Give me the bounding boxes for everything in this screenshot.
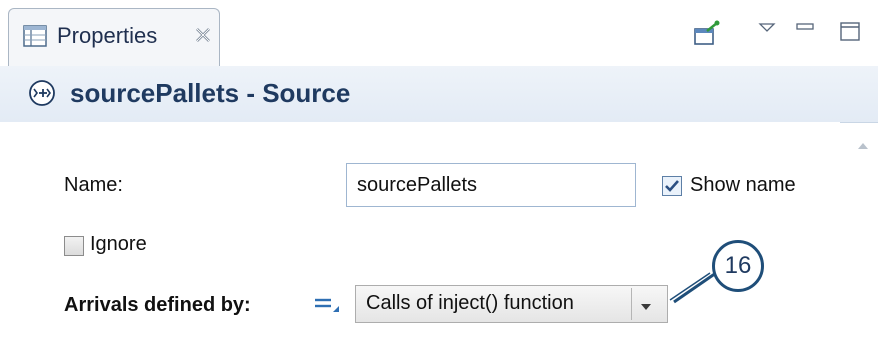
chevron-down-icon (639, 299, 653, 310)
properties-header: sourcePallets - Source (0, 66, 878, 123)
tab-label: Properties (57, 23, 158, 48)
source-block-icon (26, 77, 58, 109)
page-title: sourcePallets - Source (70, 78, 351, 108)
view-menu-icon[interactable] (752, 16, 782, 44)
properties-view: Properties sourcePallets - Source Name: … (0, 0, 878, 340)
arrivals-dropdown-value: Calls of inject() function (366, 292, 574, 314)
arrivals-dropdown[interactable]: Calls of inject() function (355, 285, 668, 323)
pin-icon[interactable] (692, 20, 722, 48)
properties-view-icon (23, 25, 47, 47)
ignore-label: Ignore (90, 233, 147, 255)
show-name-label: Show name (690, 174, 796, 196)
dropdown-divider (631, 288, 632, 320)
close-icon[interactable] (193, 25, 213, 45)
show-name-checkbox[interactable] (662, 176, 682, 196)
dynamic-value-icon[interactable] (311, 292, 341, 314)
scroll-up-icon[interactable] (856, 138, 870, 149)
arrivals-label: Arrivals defined by: (64, 294, 251, 316)
name-label: Name: (64, 174, 123, 196)
tab-strip: Properties (0, 0, 878, 67)
callout-pointer (669, 271, 717, 304)
minimize-icon[interactable] (790, 16, 820, 44)
checkmark-icon (665, 180, 679, 192)
name-input[interactable] (346, 163, 636, 207)
maximize-icon[interactable] (836, 16, 866, 44)
callout-badge: 16 (712, 240, 764, 292)
ignore-checkbox[interactable] (64, 236, 84, 256)
tab-properties[interactable]: Properties (8, 8, 220, 66)
